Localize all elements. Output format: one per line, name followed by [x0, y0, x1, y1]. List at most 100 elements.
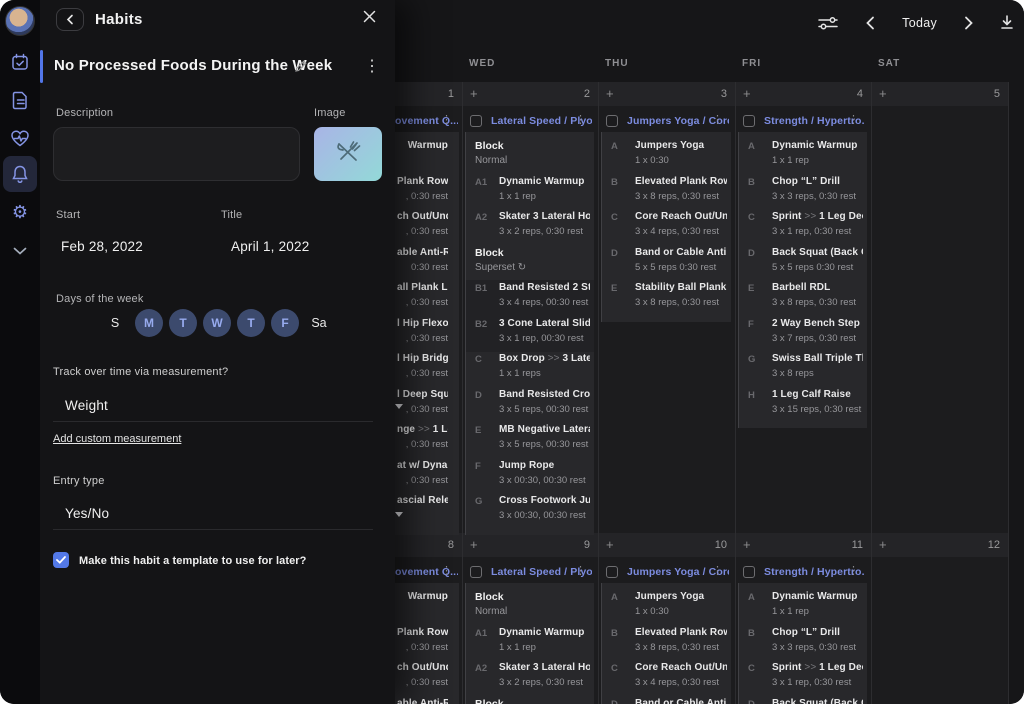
exercise-row[interactable]: ch Out/Under, 0:30 rest — [395, 209, 459, 245]
exercise-row[interactable]: l Deep Squat Mo..., 0:30 rest — [395, 387, 459, 423]
gear-icon[interactable]: ⚙ — [0, 201, 40, 223]
exercise-row[interactable]: Plank Row, 0:30 rest — [395, 174, 459, 210]
exercise-row[interactable]: BChop “L” Drill3 x 3 reps, 0:30 rest — [739, 625, 867, 661]
exercise-row[interactable]: AJumpers Yoga1 x 0:30 — [602, 589, 731, 625]
start-date-field[interactable]: Feb 28, 2022 — [61, 239, 143, 254]
exercise-row[interactable]: GSwiss Ball Triple Threat3 x 8 reps — [739, 351, 867, 387]
kebab-icon[interactable]: ⋮ — [441, 113, 452, 126]
description-input[interactable] — [53, 127, 300, 181]
exercise-row[interactable]: CCore Reach Out/Under3 x 4 reps, 0:30 re… — [602, 660, 731, 696]
entry-type-chevron-down-icon[interactable] — [395, 512, 403, 517]
exercise-row[interactable]: EStability Ball Plank Linear ...3 x 8 re… — [602, 280, 731, 316]
exercise-row[interactable]: B23 Cone Lateral Slide3 x 1 rep, 00:30 r… — [466, 316, 594, 352]
add-custom-measurement-link[interactable]: Add custom measurement — [53, 433, 181, 445]
bell-icon[interactable] — [0, 163, 40, 185]
kebab-icon[interactable]: ⋮ — [712, 564, 723, 577]
exercise-detail: 5 x 5 reps 0:30 rest — [635, 262, 727, 273]
exercise-row[interactable]: l Hip Bridge w/ ..., 0:30 rest — [395, 351, 459, 387]
avatar[interactable] — [5, 6, 35, 36]
exercise-row[interactable]: able Anti-Rotati...0:30 rest — [395, 696, 459, 704]
exercise-row[interactable]: BElevated Plank Row3 x 8 reps, 0:30 rest — [602, 174, 731, 210]
block-header-row[interactable]: BlockSuperset ↻ — [466, 245, 594, 281]
exercise-row[interactable]: AJumpers Yoga1 x 0:30 — [602, 138, 731, 174]
exercise-row[interactable]: Warmup — [395, 138, 459, 174]
calendar-check-icon[interactable] — [0, 51, 40, 73]
day-toggle-f[interactable]: F — [271, 309, 299, 337]
workout-checkbox[interactable] — [743, 566, 755, 578]
exercise-row[interactable]: F2 Way Bench Step Up3 x 7 reps, 0:30 res… — [739, 316, 867, 352]
block-header-row[interactable]: BlockNormal — [466, 589, 594, 625]
measurement-select[interactable]: Weight — [65, 398, 108, 413]
exercise-row[interactable]: GCross Footwork Jump Rope3 x 00:30, 00:3… — [466, 493, 594, 529]
download-icon[interactable] — [1000, 15, 1014, 30]
block-header-row[interactable]: BlockSuperset ↻ — [466, 696, 594, 704]
workout-checkbox[interactable] — [743, 115, 755, 127]
day-toggle-t[interactable]: T — [169, 309, 197, 337]
exercise-row[interactable]: DBack Squat (Back Off Set)5 x 5 reps 0:3… — [739, 245, 867, 281]
workout-checkbox[interactable] — [470, 115, 482, 127]
measurement-chevron-down-icon[interactable] — [395, 404, 403, 409]
edit-pencil-icon[interactable] — [294, 59, 308, 78]
exercise-row[interactable]: H1 Leg Calf Raise3 x 15 reps, 0:30 rest — [739, 387, 867, 423]
exercise-row[interactable]: all Plank Linear ..., 0:30 rest — [395, 280, 459, 316]
exercise-row[interactable]: DBand or Cable Anti Rotati...5 x 5 reps … — [602, 696, 731, 704]
day-toggle-s[interactable]: S — [101, 309, 129, 337]
exercise-row[interactable]: at w/ Dynamic P..., 0:30 rest — [395, 458, 459, 494]
exercise-row[interactable]: DBand Resisted Crossover...3 x 5 reps, 0… — [466, 387, 594, 423]
workout-checkbox[interactable] — [606, 115, 618, 127]
exercise-row[interactable]: ADynamic Warmup1 x 1 rep — [739, 589, 867, 625]
today-button[interactable]: Today — [902, 16, 937, 30]
exercise-row[interactable]: Warmup — [395, 589, 459, 625]
exercise-row[interactable]: EMB Negative Lateral Hop...3 x 5 reps, 0… — [466, 422, 594, 458]
kebab-icon[interactable]: ⋮ — [575, 113, 586, 126]
block-header-row[interactable]: BlockNormal — [466, 138, 594, 174]
habit-kebab-icon[interactable]: ⋮ — [364, 56, 380, 76]
habit-image[interactable] — [314, 127, 382, 181]
workout-checkbox[interactable] — [470, 566, 482, 578]
end-date-field[interactable]: April 1, 2022 — [231, 239, 309, 254]
exercise-row[interactable]: BElevated Plank Row3 x 8 reps, 0:30 rest — [602, 625, 731, 661]
exercise-row[interactable]: A2Skater 3 Lateral Hops >> ...3 x 2 reps… — [466, 209, 594, 245]
filter-sliders-icon[interactable] — [817, 15, 839, 31]
exercise-row[interactable]: nge >> 1 Leg St..., 0:30 rest — [395, 422, 459, 458]
chevron-down-icon[interactable] — [0, 240, 40, 262]
entry-type-select[interactable]: Yes/No — [65, 506, 109, 521]
exercise-row[interactable]: CCore Reach Out/Under3 x 4 reps, 0:30 re… — [602, 209, 731, 245]
kebab-icon[interactable]: ⋮ — [848, 113, 859, 126]
heart-pulse-icon[interactable] — [0, 127, 40, 149]
workout-checkbox[interactable] — [606, 566, 618, 578]
day-toggle-t[interactable]: T — [237, 309, 265, 337]
exercise-row[interactable]: ch Out/Under, 0:30 rest — [395, 660, 459, 696]
exercise-row[interactable]: ADynamic Warmup1 x 1 rep — [739, 138, 867, 174]
day-toggle-w[interactable]: W — [203, 309, 231, 337]
exercise-row[interactable]: A1Dynamic Warmup1 x 1 rep — [466, 625, 594, 661]
exercise-row[interactable]: l Hip Flexor Rais..., 0:30 rest — [395, 316, 459, 352]
prev-week-chevron-icon[interactable] — [866, 16, 875, 30]
kebab-icon[interactable]: ⋮ — [441, 564, 452, 577]
kebab-icon[interactable]: ⋮ — [848, 564, 859, 577]
exercise-row[interactable]: B1Band Resisted 2 Step Late...3 x 4 reps… — [466, 280, 594, 316]
exercise-row[interactable]: FJump Rope3 x 00:30, 00:30 rest — [466, 458, 594, 494]
next-week-chevron-icon[interactable] — [964, 16, 973, 30]
exercise-row[interactable]: A2Skater 3 Lateral Hops >> ...3 x 2 reps… — [466, 660, 594, 696]
exercise-row[interactable]: ascial Release C... — [395, 493, 459, 529]
exercise-row[interactable]: able Anti-Rotati...0:30 rest — [395, 245, 459, 281]
exercise-row[interactable]: CBox Drop >> 3 Lateral H...1 x 1 reps — [466, 351, 594, 387]
back-button[interactable] — [56, 8, 84, 31]
exercise-row[interactable]: A1Dynamic Warmup1 x 1 rep — [466, 174, 594, 210]
exercise-row[interactable]: Plank Row, 0:30 rest — [395, 625, 459, 661]
exercise-row[interactable]: DBand or Cable Anti Rotati...5 x 5 reps … — [602, 245, 731, 281]
kebab-icon[interactable]: ⋮ — [712, 113, 723, 126]
template-checkbox[interactable] — [53, 552, 69, 568]
exercise-row[interactable]: CSprint >> 1 Leg Declarations3 x 1 rep, … — [739, 660, 867, 696]
document-icon[interactable] — [0, 89, 40, 111]
close-icon[interactable] — [363, 10, 379, 26]
exercise-row[interactable]: BChop “L” Drill3 x 3 reps, 0:30 rest — [739, 174, 867, 210]
kebab-icon[interactable]: ⋮ — [575, 564, 586, 577]
day-toggle-sa[interactable]: Sa — [305, 309, 333, 337]
exercise-row[interactable]: DBack Squat (Back Off Set)5 x 5 reps 0:3… — [739, 696, 867, 704]
exercise-row[interactable]: CSprint >> 1 Leg Declarations3 x 1 rep, … — [739, 209, 867, 245]
day-toggle-m[interactable]: M — [135, 309, 163, 337]
exercise-row[interactable]: EBarbell RDL3 x 8 reps, 0:30 rest — [739, 280, 867, 316]
calendar-view: Today WEDTHUFRISAT1+2+3+4+5ovement Q...⋮… — [395, 0, 1024, 704]
